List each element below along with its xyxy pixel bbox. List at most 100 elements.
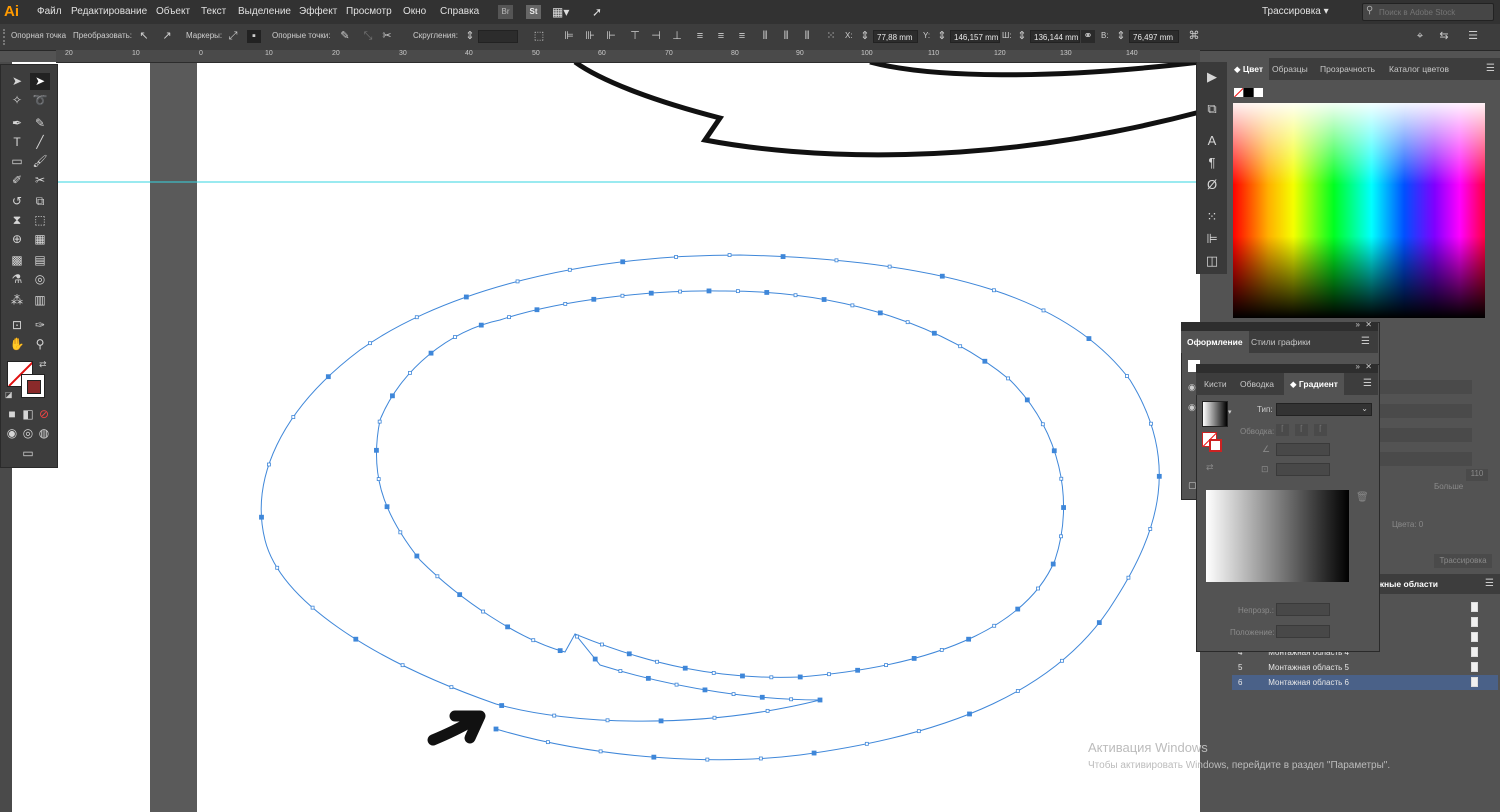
anchor-point[interactable] <box>712 715 717 720</box>
hide-handles-icon[interactable]: ▪ <box>247 30 261 43</box>
hand-tool-icon[interactable]: ✋ <box>7 336 27 353</box>
anchor-point[interactable] <box>390 393 395 399</box>
distribute-right-icon[interactable]: ⫴ <box>800 30 814 43</box>
anchor-point[interactable] <box>706 288 712 294</box>
anchor-point[interactable] <box>259 514 264 520</box>
anchor-point[interactable] <box>939 273 945 279</box>
anchor-point[interactable] <box>678 289 683 294</box>
anchor-point[interactable] <box>731 692 736 697</box>
stroke-gradient-across-icon[interactable]: ⌈ <box>1314 424 1327 436</box>
anchor-point[interactable] <box>507 315 511 320</box>
black-swatch[interactable] <box>1244 88 1253 97</box>
anchor-point[interactable] <box>821 297 827 302</box>
anchor-point[interactable] <box>655 659 659 664</box>
ruler-horizontal[interactable]: 20 10 0 10 20 30 40 50 60 70 80 90 100 1… <box>56 50 1200 63</box>
shaper-tool-icon[interactable]: ✐ <box>7 172 27 189</box>
anchor-point[interactable] <box>966 636 972 642</box>
none-mode-icon[interactable]: ⊘ <box>37 406 51 423</box>
align-top-icon[interactable]: ⊤ <box>628 30 642 43</box>
convert-corner-icon[interactable]: ↖ <box>137 30 151 43</box>
anchor-point[interactable] <box>534 307 540 313</box>
stroke-swatch[interactable] <box>21 374 45 398</box>
close-icon[interactable]: ✕ <box>1365 362 1372 371</box>
anchor-point[interactable] <box>376 477 381 481</box>
anchor-point[interactable] <box>325 374 331 380</box>
anchor-point[interactable] <box>884 663 888 668</box>
paintbrush-tool-icon[interactable]: 🖌 <box>30 153 50 170</box>
rectangle-tool-icon[interactable]: ▭ <box>7 153 27 170</box>
reverse-gradient-icon[interactable]: ⇄ <box>1206 462 1214 473</box>
arrange-icon[interactable]: ⇆ <box>1437 30 1451 43</box>
anchor-point[interactable] <box>414 553 420 559</box>
anchor-point[interactable] <box>651 754 657 760</box>
anchor-point[interactable] <box>1041 308 1046 313</box>
collapse-icon[interactable]: » <box>1356 362 1360 371</box>
tab-color-guide[interactable]: Каталог цветов <box>1383 58 1455 80</box>
anchor-point[interactable] <box>764 290 770 295</box>
artboards-tab[interactable]: жные области <box>1378 574 1438 594</box>
anchor-point[interactable] <box>1024 397 1030 403</box>
scale-tool-icon[interactable]: ⧉ <box>30 193 50 210</box>
visibility-eye-icon[interactable]: ◉ <box>1188 382 1196 393</box>
workspace-switcher[interactable]: Трассировка ▾ <box>1262 3 1354 21</box>
anchor-point[interactable] <box>827 672 831 677</box>
anchor-point[interactable] <box>735 289 740 294</box>
assets-icon[interactable]: ⧉ <box>1203 100 1221 118</box>
anchor-point[interactable] <box>797 674 803 680</box>
zoom-tool-icon[interactable]: ⚲ <box>30 336 50 353</box>
anchor-point[interactable] <box>377 419 382 424</box>
tab-brushes[interactable]: Кисти <box>1198 373 1233 395</box>
menu-view[interactable]: Просмотр <box>346 0 392 24</box>
anchor-point[interactable] <box>1015 606 1021 612</box>
anchor-point[interactable] <box>591 296 597 302</box>
anchor-point[interactable] <box>408 370 412 375</box>
anchor-point[interactable] <box>864 741 869 746</box>
shape-builder-tool-icon[interactable]: ⊕ <box>7 231 27 248</box>
artboards-menu-icon[interactable]: ☰ <box>1485 578 1494 589</box>
anchor-point[interactable] <box>368 341 372 346</box>
anchor-point[interactable] <box>1060 658 1064 663</box>
color-panel-menu-icon[interactable]: ☰ <box>1486 63 1495 74</box>
height-field[interactable]: 76,497 mm <box>1129 30 1179 43</box>
anchor-point[interactable] <box>1051 448 1057 454</box>
speech-bubble-stroke-top[interactable] <box>869 59 1201 78</box>
anchor-point[interactable] <box>758 756 763 761</box>
anchor-point[interactable] <box>817 697 823 703</box>
gradient-mode-icon[interactable]: ◧ <box>21 406 35 423</box>
gradient-opacity-field[interactable] <box>1276 603 1330 616</box>
constrain-link-icon[interactable]: ⚭ <box>1081 30 1095 43</box>
y-stepper-icon[interactable]: ⇕ <box>935 30 949 43</box>
anchor-point[interactable] <box>1050 561 1056 567</box>
anchor-point[interactable] <box>600 642 604 647</box>
artboard-tool-icon[interactable]: ⊡ <box>7 317 27 334</box>
anchor-point[interactable] <box>453 335 457 339</box>
anchor-point[interactable] <box>1040 422 1045 427</box>
anchor-point[interactable] <box>905 320 910 325</box>
anchor-point[interactable] <box>620 293 625 298</box>
swap-fill-stroke-icon[interactable]: ⇄ <box>39 359 47 370</box>
remove-anchor-icon[interactable]: ✎ <box>338 30 352 43</box>
symbol-sprayer-tool-icon[interactable]: ⁂ <box>7 292 27 309</box>
draw-inside-icon[interactable]: ◍ <box>37 425 51 442</box>
anchor-point[interactable] <box>1036 586 1040 591</box>
x-field[interactable]: 77,88 mm <box>873 30 918 43</box>
scissors-tool-icon[interactable]: ✂ <box>30 172 50 189</box>
gradient-location-field[interactable] <box>1276 625 1330 638</box>
arrange-documents-icon[interactable]: ▦▾ <box>552 3 578 21</box>
anchor-point[interactable] <box>505 624 511 630</box>
anchor-point[interactable] <box>982 358 988 364</box>
stock-icon[interactable]: St <box>526 5 541 19</box>
appearance-panel-titlebar[interactable]: » ✕ <box>1181 320 1378 331</box>
distribute-left-icon[interactable]: ⫴ <box>758 30 772 43</box>
collapse-icon[interactable]: » <box>1356 320 1360 329</box>
slice-tool-icon[interactable]: ✑ <box>30 317 50 334</box>
anchor-point[interactable] <box>499 703 505 708</box>
anchor-point[interactable] <box>592 656 598 662</box>
pathfinder-icon[interactable]: ◫ <box>1203 252 1221 270</box>
anchor-point[interactable] <box>567 267 572 272</box>
anchor-point[interactable] <box>789 697 794 702</box>
tab-graphic-styles[interactable]: Стили графики <box>1245 331 1317 353</box>
anchor-point[interactable] <box>911 656 917 661</box>
menu-edit[interactable]: Редактирование <box>71 0 147 24</box>
gradient-angle-field[interactable] <box>1276 443 1330 456</box>
